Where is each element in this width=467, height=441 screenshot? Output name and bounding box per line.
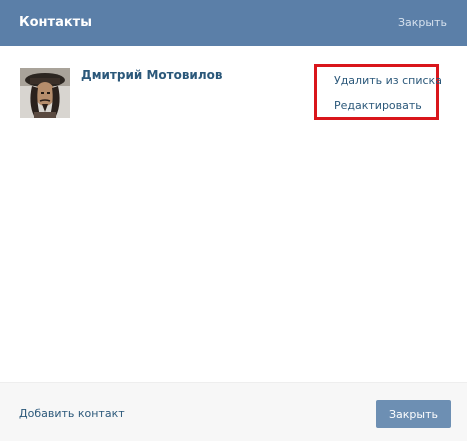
add-contact-link[interactable]: Добавить контакт <box>19 407 125 420</box>
close-button[interactable]: Закрыть <box>376 400 451 428</box>
contacts-dialog: Контакты Закрыть Дмитрий Мотовилов Удали… <box>0 0 467 441</box>
edit-contact-link[interactable]: Редактировать <box>334 99 422 112</box>
dialog-header: Контакты Закрыть <box>0 0 467 46</box>
avatar[interactable] <box>20 68 70 118</box>
actions-highlight-box: Удалить из списка Редактировать <box>314 64 442 120</box>
contact-name-link[interactable]: Дмитрий Мотовилов <box>81 68 222 82</box>
header-close-link[interactable]: Закрыть <box>398 16 447 29</box>
remove-from-list-link[interactable]: Удалить из списка <box>334 74 442 87</box>
dialog-footer: Добавить контакт Закрыть <box>0 382 467 441</box>
dialog-title: Контакты <box>19 15 92 30</box>
user-photo-icon <box>20 68 70 118</box>
